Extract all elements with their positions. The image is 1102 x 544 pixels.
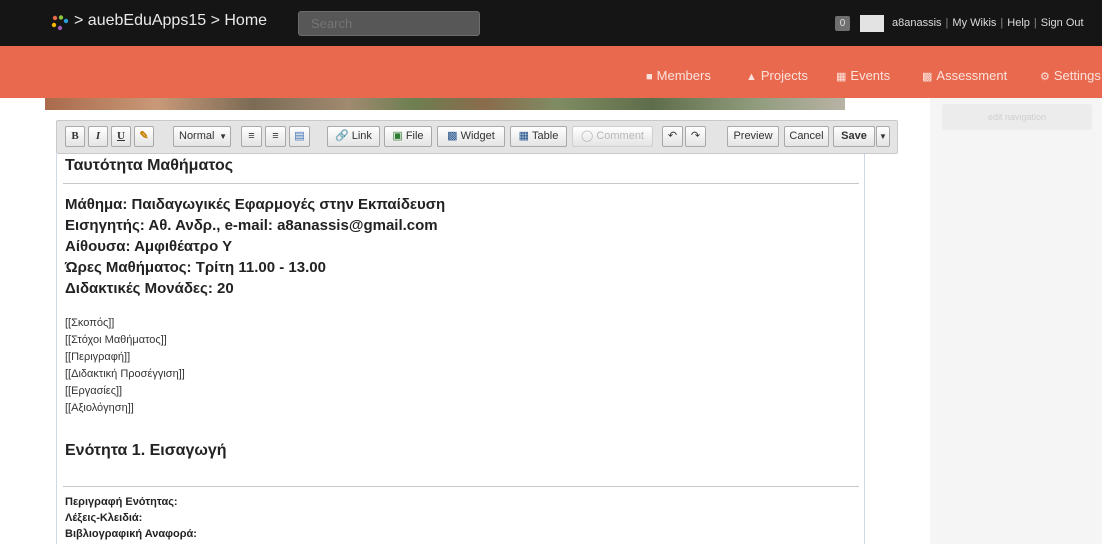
wikispaces-logo-icon[interactable]: [50, 15, 70, 31]
save-options-button[interactable]: ▼: [876, 126, 890, 147]
horizontal-rule-button[interactable]: ▤: [289, 126, 310, 147]
widget-button[interactable]: ▩ Widget: [437, 126, 505, 147]
comment-button[interactable]: ◯ Comment: [572, 126, 653, 147]
divider: [63, 486, 859, 487]
nav-assessment[interactable]: ▩ Assessment: [922, 68, 1007, 83]
file-button-label: File: [405, 130, 424, 142]
wiki-nav-bar: ■ Members ▲ Projects ▦ Events ▩ Assessment ⚙…: [0, 46, 1102, 98]
link-button[interactable]: 🔗 Link: [327, 126, 380, 147]
link-button-label: Link: [351, 130, 372, 142]
breadcrumb-separator: >: [206, 12, 225, 29]
notification-badge[interactable]: 0: [835, 16, 850, 31]
format-select[interactable]: Normal ▼: [173, 126, 231, 147]
horizontal-rule-icon: ▤: [294, 130, 305, 142]
breadcrumb-arrow: >: [74, 12, 88, 29]
numbered-list-icon: ≡: [248, 130, 255, 142]
breadcrumb: > auebEduApps15 > Home: [74, 12, 267, 30]
image-icon: ▣: [392, 130, 403, 142]
chevron-down-icon: ▼: [879, 132, 887, 141]
course-info-line: Ώρες Μαθήματος: Τρίτη 11.00 - 13.00: [65, 259, 326, 276]
course-info-line: Μάθημα: Παιδαγωγικές Εφαρμογές στην Εκπα…: [65, 196, 446, 213]
section-field: Περιγραφή Ενότητας:: [65, 496, 178, 508]
course-info-line: Εισηγητής: Αθ. Ανδρ., e-mail: a8anassis@…: [65, 217, 438, 234]
gear-icon: ⚙: [1040, 71, 1050, 83]
projects-icon: ▲: [746, 71, 757, 83]
underline-button[interactable]: U: [111, 126, 131, 147]
nav-label: Settings: [1053, 68, 1101, 83]
members-icon: ■: [646, 71, 653, 83]
my-wikis-link[interactable]: My Wikis: [952, 17, 996, 29]
undo-button[interactable]: ↶: [662, 126, 683, 147]
wiki-link[interactable]: [[Εργασίες]]: [65, 385, 122, 397]
breadcrumb-wiki-link[interactable]: auebEduApps15: [88, 12, 206, 29]
avatar[interactable]: [860, 15, 884, 32]
bulleted-list-icon: ≡: [272, 130, 279, 142]
course-info-line: Αίθουσα: Αμφιθέατρο Υ: [65, 238, 233, 255]
wiki-link[interactable]: [[Διδακτική Προσέγγιση]]: [65, 368, 185, 380]
edit-navigation-link[interactable]: edit navigation: [942, 104, 1092, 130]
user-links: a8anassis | My Wikis | Help | Sign Out: [892, 17, 1084, 29]
search-input[interactable]: [298, 11, 480, 36]
nav-label: Events: [850, 68, 891, 83]
nav-label: Members: [656, 68, 711, 83]
undo-icon: ↶: [667, 130, 678, 142]
format-select-value: Normal: [179, 130, 215, 142]
nav-label: Assessment: [936, 68, 1008, 83]
numbered-list-button[interactable]: ≡: [241, 126, 262, 147]
header-banner-image: [45, 98, 845, 110]
widget-icon: ▩: [447, 130, 458, 142]
separator: |: [945, 17, 949, 29]
wiki-link[interactable]: [[Αξιολόγηση]]: [65, 402, 134, 414]
widget-button-label: Widget: [460, 130, 495, 142]
bulleted-list-button[interactable]: ≡: [265, 126, 286, 147]
nav-label: Projects: [760, 68, 808, 83]
help-link[interactable]: Help: [1007, 17, 1030, 29]
comment-button-label: Comment: [596, 130, 644, 142]
table-button-label: Table: [532, 130, 559, 142]
bold-button[interactable]: B: [65, 126, 85, 147]
calendar-icon: ▦: [836, 71, 847, 83]
course-info-line: Διδακτικές Μονάδες: 20: [65, 280, 234, 297]
nav-events[interactable]: ▦ Events: [836, 68, 890, 83]
nav-projects[interactable]: ▲ Projects: [746, 68, 808, 83]
save-button[interactable]: Save: [833, 126, 875, 147]
redo-icon: ↷: [690, 130, 701, 142]
breadcrumb-page[interactable]: Home: [224, 12, 267, 29]
file-button[interactable]: ▣ File: [384, 126, 432, 147]
editor-content[interactable]: Ταυτότητα Μαθήματος Μάθημα: Παιδαγωγικές…: [56, 154, 865, 544]
assessment-icon: ▩: [922, 71, 933, 83]
link-icon: 🔗: [335, 130, 349, 142]
page-title: Ταυτότητα Μαθήματος: [65, 157, 234, 174]
wiki-link[interactable]: [[Στόχοι Μαθήματος]]: [65, 334, 167, 346]
preview-button[interactable]: Preview: [727, 126, 779, 147]
chevron-down-icon: ▼: [219, 132, 227, 141]
top-bar: > auebEduApps15 > Home 0 a8anassis|My Wi…: [0, 0, 1102, 46]
text-color-button[interactable]: ✎: [134, 126, 154, 147]
redo-button[interactable]: ↷: [685, 126, 706, 147]
separator: |: [1000, 17, 1004, 29]
section-field: Βιβλιογραφική Αναφορά:: [65, 528, 197, 540]
text-color-icon: ✎: [139, 130, 149, 142]
nav-settings[interactable]: ⚙ Settings: [1040, 68, 1101, 83]
wiki-link[interactable]: [[Περιγραφή]]: [65, 351, 130, 363]
table-button[interactable]: ▦ Table: [510, 126, 567, 147]
wiki-link[interactable]: [[Σκοπός]]: [65, 317, 114, 329]
comment-icon: ◯: [581, 130, 594, 142]
sidebar: [930, 98, 1102, 544]
sign-out-link[interactable]: Sign Out: [1041, 17, 1084, 29]
divider: [63, 183, 859, 184]
separator: |: [1033, 17, 1037, 29]
nav-members[interactable]: ■ Members: [646, 68, 711, 83]
table-icon: ▦: [518, 130, 530, 142]
section-heading: Ενότητα 1. Εισαγωγή: [65, 442, 227, 459]
username-link[interactable]: a8anassis: [892, 17, 942, 29]
italic-button[interactable]: I: [88, 126, 108, 147]
section-field: Λέξεις-Κλειδιά:: [65, 512, 143, 524]
cancel-button[interactable]: Cancel: [784, 126, 829, 147]
editor-toolbar: B I U ✎ Normal ▼ ≡ ≡ ▤ 🔗 Link ▣ File ▩ Widge…: [56, 120, 898, 154]
